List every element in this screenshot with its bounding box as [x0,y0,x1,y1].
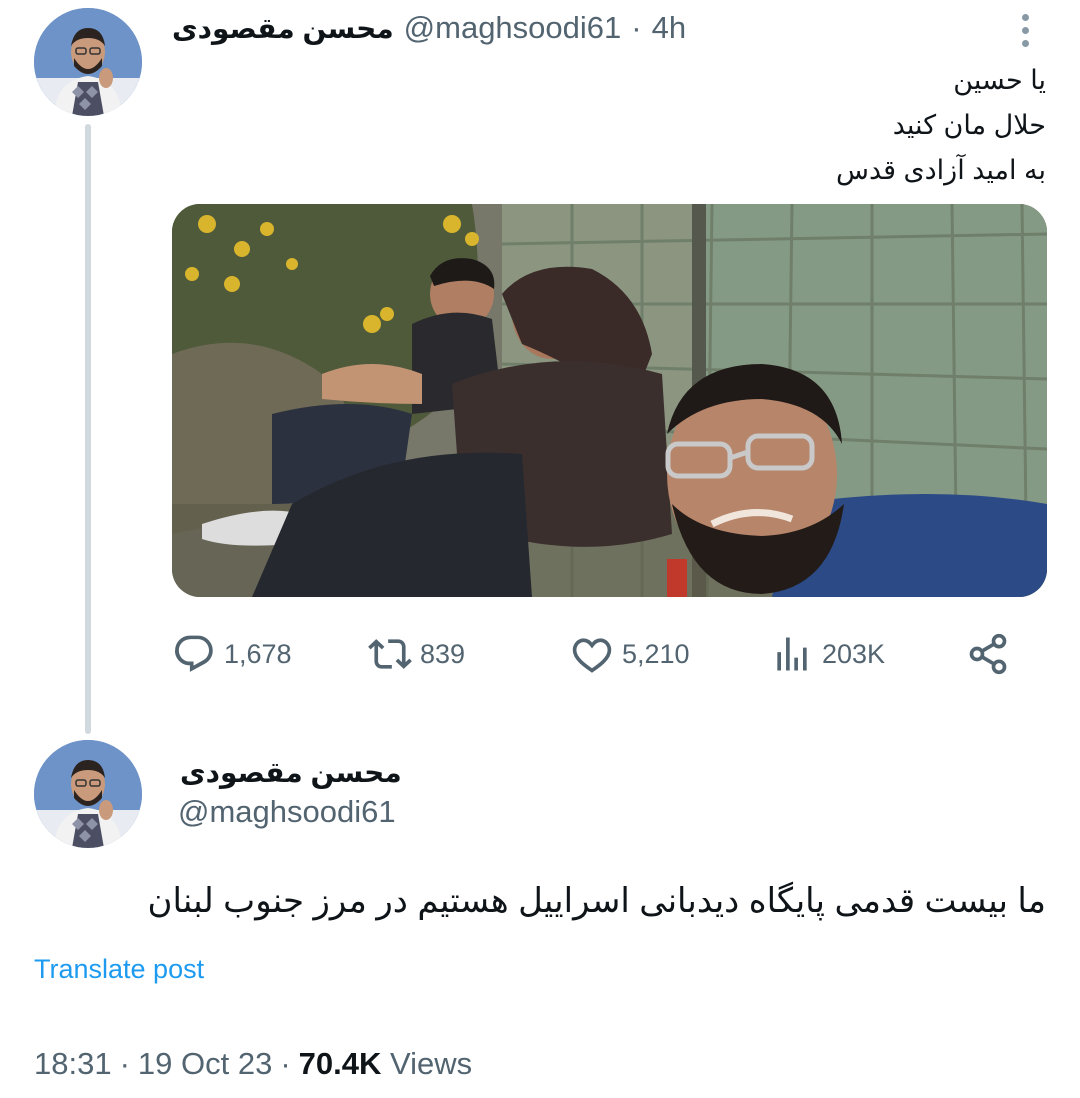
views-total: 70.4K [298,1046,382,1081]
separator-dot: · [631,10,642,45]
thread-connector [85,124,91,734]
separator-dot: · [119,1046,130,1081]
post-date[interactable]: 19 Oct 23 [138,1046,272,1082]
heart-icon [572,638,612,673]
retweet-icon [368,639,412,669]
views-button[interactable]: 203K [770,630,885,678]
tweet-meta: 18:31 · 19 Oct 23 · 70.4K Views [34,1046,472,1082]
like-button[interactable]: 5,210 [570,630,690,678]
tweet-text: یا حسین حلال مان کنید به امید آزادی قدس [446,58,1046,193]
views-count: 203K [822,638,886,669]
share-icon [969,633,1007,675]
post-time[interactable]: 4h [652,10,686,46]
tweet-line: به امید آزادی قدس [835,155,1046,185]
author-name[interactable]: محسن مقصودی [180,756,402,789]
author-avatar[interactable] [34,740,142,848]
avatar-image [34,8,142,116]
photo-image [172,204,1047,597]
views-label: Views [390,1046,473,1081]
author-avatar[interactable] [34,8,142,116]
separator-dot: · [280,1046,291,1081]
reply-count: 1,678 [224,638,292,669]
share-button[interactable] [966,630,1010,678]
tweet-actions: 1,678 839 5,210 203K [172,630,1042,678]
author-handle[interactable]: @maghsoodi61 [178,794,396,830]
reply-icon [174,635,213,672]
tweet-photo[interactable] [172,204,1047,597]
tweet-line: یا حسین [953,65,1046,95]
retweet-count: 839 [420,638,466,669]
translate-post-link[interactable]: Translate post [34,954,204,985]
tweet-header: محسن مقصودی @maghsoodi61 · 4h [172,8,686,48]
author-name[interactable]: محسن مقصودی [172,12,394,45]
tweet-text: ما بیست قدمی پایگاه دیدبانی اسراییل هستی… [147,882,1046,920]
post-timestamp[interactable]: 18:31 [34,1046,112,1082]
like-count: 5,210 [622,638,690,669]
views-bar-icon [777,637,807,671]
reply-button[interactable]: 1,678 [172,630,292,678]
author-handle[interactable]: @maghsoodi61 [404,10,622,46]
more-vertical-icon[interactable] [1014,10,1036,50]
avatar-image [34,740,142,848]
tweet-line: حلال مان کنید [892,110,1046,140]
retweet-button[interactable]: 839 [368,630,465,678]
